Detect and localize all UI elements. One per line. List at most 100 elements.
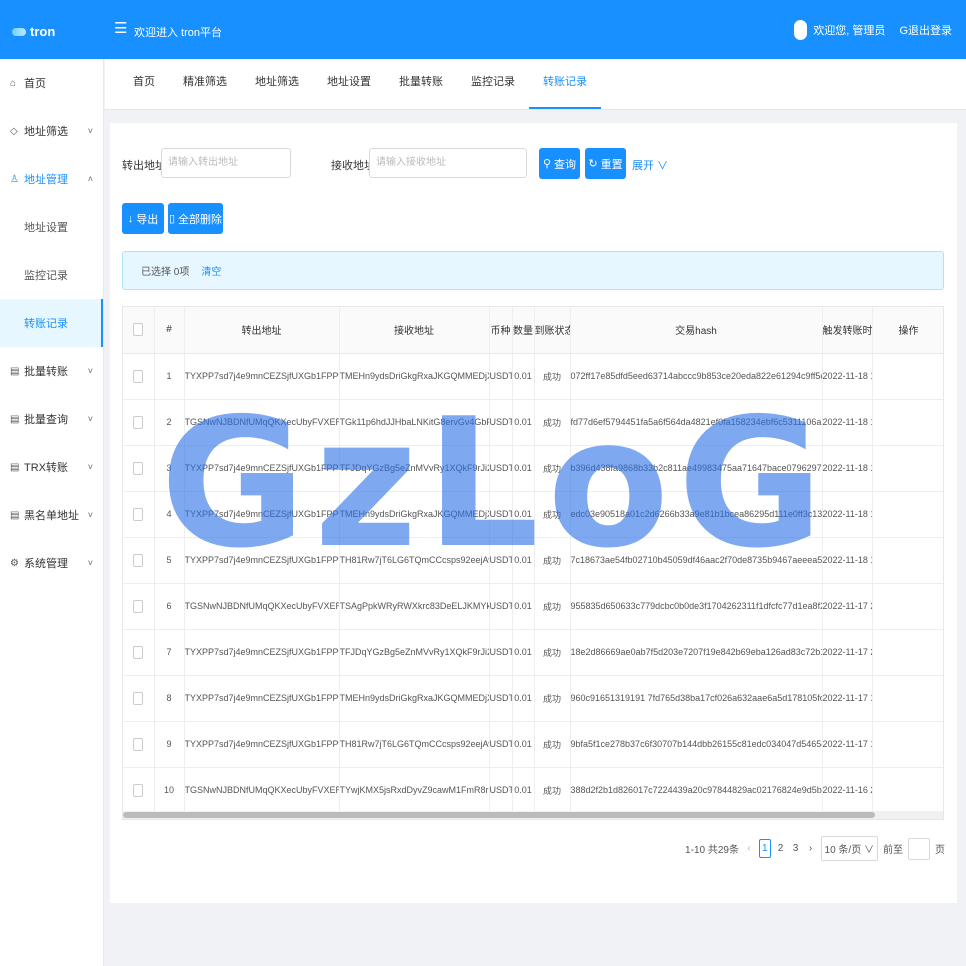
app-logo[interactable]: tron — [12, 24, 55, 39]
menu-toggle-icon[interactable]: ☰ — [114, 19, 127, 37]
tab-precise-filter[interactable]: 精准筛选 — [169, 59, 241, 109]
row-checkbox-cell[interactable] — [123, 675, 155, 722]
table-row[interactable]: 10TGSNwNJBDNfUMqQKXecUbyFVXERKmQ8u1ZTYwj… — [123, 767, 943, 814]
table-row[interactable]: 4TYXPP7sd7j4e9mnCEZSjfUXGb1FPPfqnr7TMEHn… — [123, 491, 943, 538]
sidebar-item-label: 地址管理 — [24, 174, 68, 186]
reset-button[interactable]: ↻ 重置 — [585, 148, 626, 179]
row-actions-cell[interactable] — [872, 445, 943, 492]
page-3-button[interactable]: 3 — [791, 843, 801, 854]
row-actions-cell[interactable] — [872, 767, 943, 814]
table-row[interactable]: 5TYXPP7sd7j4e9mnCEZSjfUXGb1FPPfqnr7TH81R… — [123, 537, 943, 584]
row-index-cell: 7 — [154, 629, 185, 676]
tab-batch-transfer[interactable]: 批量转账 — [385, 59, 457, 109]
table-row[interactable]: 1TYXPP7sd7j4e9mnCEZSjfUXGb1FPPfqnr7TMEHn… — [123, 353, 943, 400]
row-actions-cell[interactable] — [872, 675, 943, 722]
status-cell: 成功 — [534, 353, 571, 400]
page-size-select[interactable]: 10 条/页 ∨ — [820, 836, 878, 861]
row-checkbox[interactable] — [133, 691, 144, 705]
user-greeting[interactable]: 欢迎您, 管理员 — [813, 22, 885, 38]
row-checkbox[interactable] — [133, 645, 144, 659]
user-area: 欢迎您, 管理员 G退出登录 — [794, 20, 952, 40]
reset-button-label: 重置 — [600, 158, 623, 171]
row-checkbox-cell[interactable] — [123, 353, 155, 400]
column-header-time: 触发转账时 — [822, 307, 873, 354]
row-checkbox-cell[interactable] — [123, 767, 155, 814]
row-checkbox[interactable] — [133, 783, 144, 797]
status-cell: 成功 — [534, 445, 571, 492]
row-checkbox-cell[interactable] — [123, 629, 155, 676]
sidebar-item-address-management[interactable]: ♙ 地址管理 ˄ — [0, 155, 103, 203]
prev-page-button[interactable]: ‹ — [744, 843, 754, 854]
pagination-total: 1-10 共29条 — [685, 845, 739, 856]
horizontal-scrollbar[interactable] — [123, 811, 943, 819]
sidebar-item-address-filter[interactable]: ◇ 地址筛选 ˅ — [0, 107, 103, 155]
logout-button[interactable]: G退出登录 — [899, 22, 952, 38]
row-checkbox-cell[interactable] — [123, 445, 155, 492]
from-address-cell: TYXPP7sd7j4e9mnCEZSjfUXGb1FPPfqnr7 — [184, 629, 340, 676]
select-all-checkbox-cell[interactable] — [123, 307, 155, 354]
row-checkbox-cell[interactable] — [123, 721, 155, 768]
sidebar-item-transfer-records[interactable]: 转账记录 — [0, 299, 103, 347]
tab-address-filter[interactable]: 地址筛选 — [241, 59, 313, 109]
sidebar-item-trx-transfer[interactable]: ▤ TRX转账 ˅ — [0, 443, 103, 491]
row-checkbox-cell[interactable] — [123, 537, 155, 584]
row-checkbox[interactable] — [133, 461, 144, 475]
row-actions-cell[interactable] — [872, 353, 943, 400]
table-row[interactable]: 7TYXPP7sd7j4e9mnCEZSjfUXGb1FPPfqnr7TFJDq… — [123, 629, 943, 676]
table-row[interactable]: 3TYXPP7sd7j4e9mnCEZSjfUXGb1FPPfqnr7TFJDq… — [123, 445, 943, 492]
scrollbar-thumb[interactable] — [123, 812, 875, 818]
row-checkbox-cell[interactable] — [123, 399, 155, 446]
delete-all-label: 全部删除 — [178, 213, 223, 226]
table-row[interactable]: 6TGSNwNJBDNfUMqQKXecUbyFVXERKmQ8u1ZTSAgP… — [123, 583, 943, 630]
row-checkbox[interactable] — [133, 507, 144, 521]
from-address-input[interactable]: 请输入转出地址 — [161, 148, 291, 178]
sidebar-item-home[interactable]: ⌂ 首页 — [0, 59, 103, 107]
table-row[interactable]: 2TGSNwNJBDNfUMqQKXecUbyFVXERKmQ8u1ZTGk11… — [123, 399, 943, 446]
expand-link[interactable]: 展开 ∨ — [632, 157, 668, 173]
search-button[interactable]: ⚲ 查询 — [539, 148, 580, 179]
avatar[interactable] — [794, 20, 808, 40]
clear-selection-link[interactable]: 清空 — [201, 263, 221, 278]
row-checkbox[interactable] — [133, 553, 144, 567]
row-checkbox[interactable] — [133, 737, 144, 751]
page-2-button[interactable]: 2 — [776, 843, 786, 854]
row-actions-cell[interactable] — [872, 399, 943, 446]
row-actions-cell[interactable] — [872, 537, 943, 584]
tab-home[interactable]: 首页 — [119, 59, 169, 109]
to-address-input[interactable]: 请输入接收地址 — [369, 148, 527, 178]
row-actions-cell[interactable] — [872, 491, 943, 538]
sidebar-item-batch-query[interactable]: ▤ 批量查询 ˅ — [0, 395, 103, 443]
page-1-button[interactable]: 1 — [758, 839, 771, 858]
sidebar-item-monitor-records[interactable]: 监控记录 — [0, 251, 103, 299]
export-button[interactable]: ↓ 导出 — [122, 203, 164, 234]
row-checkbox-cell[interactable] — [123, 491, 155, 538]
tx-hash-cell: 388d2f2b1d826017c7224439a20c97844829ac02… — [570, 767, 823, 814]
row-checkbox[interactable] — [133, 415, 144, 429]
logout-label: 退出登录 — [908, 25, 952, 37]
tab-transfer-records[interactable]: 转账记录 — [529, 59, 601, 109]
amount-cell: 0.01 — [512, 353, 535, 400]
sidebar-item-system[interactable]: ⚙ 系统管理 ˅ — [0, 539, 103, 587]
logout-icon: G — [899, 25, 908, 37]
table-row[interactable]: 9TYXPP7sd7j4e9mnCEZSjfUXGb1FPPfqnr7TH81R… — [123, 721, 943, 768]
delete-all-button[interactable]: ▯ 全部删除 — [168, 203, 223, 234]
next-page-button[interactable]: › — [806, 843, 816, 854]
to-address-cell: TYwjKMX5jsRxdDyvZ9cawM1FmR8rLFXGd — [339, 767, 490, 814]
sidebar-item-blacklist[interactable]: ▤ 黑名单地址 ˅ — [0, 491, 103, 539]
tab-monitor-records[interactable]: 监控记录 — [457, 59, 529, 109]
row-actions-cell[interactable] — [872, 629, 943, 676]
sidebar-item-address-settings[interactable]: 地址设置 — [0, 203, 103, 251]
row-actions-cell[interactable] — [872, 583, 943, 630]
chevron-down-icon: ˅ — [87, 414, 93, 424]
sidebar-item-batch-transfer[interactable]: ▤ 批量转账 ˅ — [0, 347, 103, 395]
row-checkbox[interactable] — [133, 369, 144, 383]
sidebar-item-label: 地址筛选 — [24, 126, 68, 138]
row-checkbox[interactable] — [133, 599, 144, 613]
tab-address-settings[interactable]: 地址设置 — [313, 59, 385, 109]
amount-cell: 0.01 — [512, 399, 535, 446]
row-actions-cell[interactable] — [872, 721, 943, 768]
select-all-checkbox[interactable] — [133, 323, 144, 337]
table-row[interactable]: 8TYXPP7sd7j4e9mnCEZSjfUXGb1FPPfqnr7TMEHn… — [123, 675, 943, 722]
goto-page-input[interactable] — [908, 837, 930, 860]
row-checkbox-cell[interactable] — [123, 583, 155, 630]
